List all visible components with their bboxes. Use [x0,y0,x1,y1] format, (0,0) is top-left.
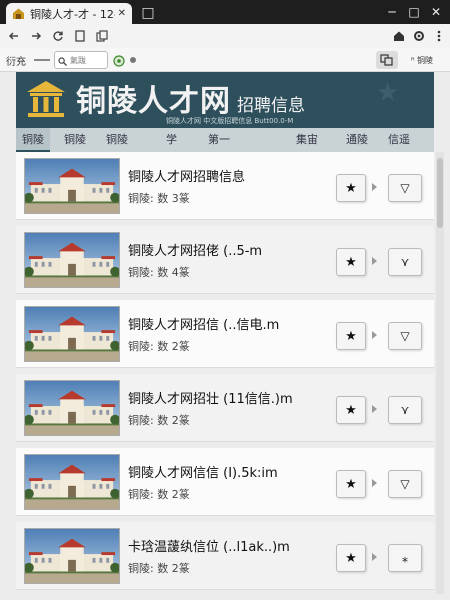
reload-icon[interactable] [48,26,68,46]
extension-icon[interactable] [112,53,128,67]
bookmark-label[interactable]: 衍充 [6,53,26,68]
favorite-button[interactable]: ★ [336,396,366,424]
tab-4[interactable]: 学 [166,128,177,152]
browser-tab[interactable]: 铜陵人才-才 - 12- ✕ [6,3,132,24]
listing-title[interactable]: 铜陵人才网招佬 (..5-m [128,240,262,259]
tab-home[interactable]: 铜陵 [16,128,50,152]
listing-meta: 铜陵: 数 2篆 [128,340,190,353]
favorite-button[interactable]: ★ [336,248,366,276]
separator-arrow [372,331,377,339]
listing-meta: 铜陵: 数 2篆 [128,562,190,575]
listing-card[interactable]: 铜陵人才网招信 (..信电.m 铜陵: 数 2篆 ★ ▽ [16,300,434,368]
tab-7[interactable]: 通陵 [346,128,368,152]
star-icon: ★ [376,78,400,108]
divider [34,59,50,61]
listing-meta: 铜陵: 数 3篆 [128,192,190,205]
minimize-icon[interactable]: ─ [382,4,402,20]
listing-card[interactable]: 铜陵人才网信信 (I).5k:im 铜陵: 数 2篆 ★ ▽ [16,448,434,516]
dropdown-button[interactable]: ⋎ [388,248,422,276]
search-text: 氣跋 [70,55,86,65]
building-thumbnail[interactable] [24,158,120,214]
tab-8[interactable]: 信遥 [388,128,410,152]
separator-arrow [372,405,377,413]
separator-arrow [372,553,377,561]
translate-icon[interactable] [376,51,398,69]
star-icon: ★ [345,476,357,492]
browser-nav-bar [0,24,450,48]
building-thumbnail[interactable] [24,454,120,510]
menu-icon[interactable] [428,26,450,46]
listing-meta: 铜陵: 数 2篆 [128,414,190,427]
new-tab-icon[interactable]: □ [140,6,156,20]
site-header: 铜陵人才网 招聘信息 铜陵人才网 中文版招聘信息 Butt00.0-M ★ [16,72,434,128]
dropdown-button[interactable]: ⁎ [388,544,422,572]
copy-icon[interactable] [92,26,112,46]
favorite-button[interactable]: ★ [336,470,366,498]
dropdown-button[interactable]: ⋎ [388,396,422,424]
site-subtitle: 招聘信息 [237,96,305,116]
listing-meta: 铜陵: 数 2篆 [128,488,190,501]
close-icon[interactable]: ✕ [118,8,126,19]
star-icon: ★ [345,254,357,270]
favorite-button[interactable]: ★ [336,322,366,350]
dropdown-button[interactable]: ▽ [388,470,422,498]
maximize-icon[interactable]: □ [404,4,424,20]
listing-card[interactable]: 铜陵人才网招壮 (11信信.)m 铜陵: 数 2篆 ★ ⋎ [16,374,434,442]
listing-card[interactable]: 铜陵人才网招聘信息 铜陵: 数 3篆 ★ ▽ [16,152,434,220]
star-icon: ★ [345,550,357,566]
search-icon [58,51,67,70]
site-title: 铜陵人才网 [76,84,231,119]
building-thumbnail[interactable] [24,306,120,362]
site-tagline: 铜陵人才网 中文版招聘信息 Butt00.0-M [166,117,294,125]
chevron-down-icon: ⋎ [400,403,410,417]
home-icon[interactable] [388,26,410,46]
house-icon [12,7,25,20]
building-thumbnail[interactable] [24,528,120,584]
chevron-down-icon: ▽ [400,329,410,343]
listing-card[interactable]: 卡琀温蘐纨信位 (..l1ak..)m 铜陵: 数 2篆 ★ ⁎ [16,522,434,590]
dropdown-button[interactable]: ▽ [388,174,422,202]
site-nav: 铜陵 铜陵 铜陵 学 第一 集宙 通陵 信遥 [16,128,434,152]
building-thumbnail[interactable] [24,232,120,288]
tab-6[interactable]: 集宙 [296,128,318,152]
listing-title[interactable]: 铜陵人才网信信 (I).5k:im [128,462,278,481]
tab-3[interactable]: 铜陵 [106,128,128,152]
scrollbar-thumb[interactable] [437,158,443,228]
star-icon: ★ [345,328,357,344]
separator-arrow [372,183,377,191]
tab-5[interactable]: 第一 [208,128,230,152]
browser-tab-bar: 铜陵人才-才 - 12- ✕ □ ─ □ ✕ [0,0,450,24]
listing-card[interactable]: 铜陵人才网招佬 (..5-m 铜陵: 数 4篆 ★ ⋎ [16,226,434,294]
chevron-down-icon: ⁎ [402,551,408,565]
star-icon: ★ [345,180,357,196]
tab-2[interactable]: 铜陵 [64,128,86,152]
dropdown-button[interactable]: ▽ [388,322,422,350]
favorite-button[interactable]: ★ [336,544,366,572]
building-thumbnail[interactable] [24,380,120,436]
chevron-down-icon: ⋎ [400,255,410,269]
arrow-right-icon[interactable] [26,26,46,46]
settings-icon[interactable] [408,26,430,46]
favorite-button[interactable]: ★ [336,174,366,202]
page-icon[interactable] [70,26,90,46]
listing-meta: 铜陵: 数 4篆 [128,266,190,279]
listing-title[interactable]: 铜陵人才网招信 (..信电.m [128,314,279,333]
listing-title[interactable]: 卡琀温蘐纨信位 (..l1ak..)m [128,536,290,555]
chevron-down-icon: ▽ [400,477,410,491]
building-logo-icon [24,78,68,120]
listing-title[interactable]: 铜陵人才网招聘信息 [128,166,245,185]
bookmark-right-item[interactable]: ᴿ 铜陵 [402,51,442,69]
close-window-icon[interactable]: ✕ [426,4,446,20]
tab-title: 铜陵人才-才 - 12- [30,7,115,21]
listing-title[interactable]: 铜陵人才网招壮 (11信信.)m [128,388,293,407]
separator-arrow [372,479,377,487]
chevron-down-icon: ▽ [400,181,410,195]
star-icon: ★ [345,402,357,418]
bookmarks-bar: 衍充 氣跋 ᴿ 铜陵 [0,48,450,72]
arrow-left-icon[interactable] [4,26,24,46]
separator-arrow [372,257,377,265]
dot-icon [130,57,136,63]
bookmark-search[interactable]: 氣跋 [54,51,108,69]
